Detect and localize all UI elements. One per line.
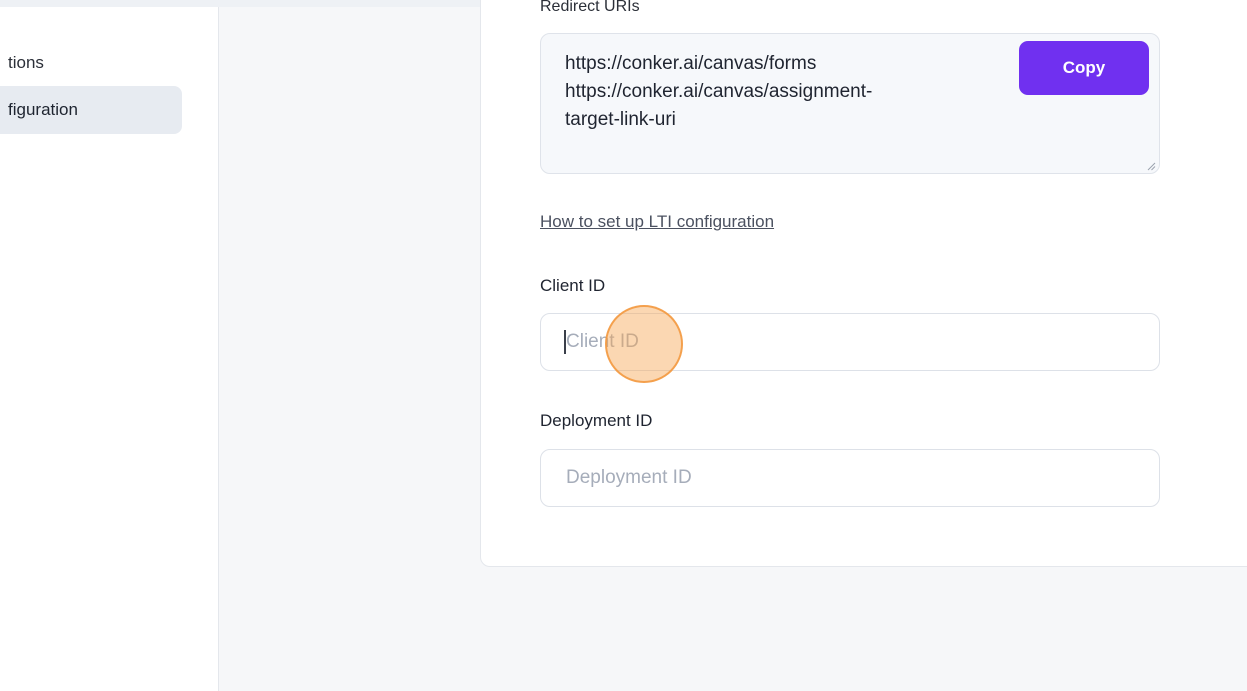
sidebar: tions figuration — [0, 7, 219, 691]
copy-button[interactable]: Copy — [1019, 41, 1149, 95]
sidebar-item-integrations[interactable]: tions — [0, 39, 182, 87]
redirect-uris-label: Redirect URIs — [540, 0, 640, 15]
resize-grip-icon[interactable] — [1146, 161, 1156, 171]
sidebar-item-lti-configuration[interactable]: figuration — [0, 86, 182, 134]
text-cursor — [564, 330, 566, 354]
sidebar-item-label: tions — [8, 53, 44, 72]
lti-setup-help-link[interactable]: How to set up LTI configuration — [540, 212, 774, 232]
client-id-label: Client ID — [540, 276, 606, 295]
redirect-uris-value: https://conker.ai/canvas/forms https://c… — [565, 53, 873, 130]
deployment-id-input[interactable] — [540, 449, 1160, 507]
click-indicator — [605, 305, 683, 383]
deployment-id-label: Deployment ID — [540, 411, 653, 430]
sidebar-item-label: figuration — [8, 100, 78, 119]
